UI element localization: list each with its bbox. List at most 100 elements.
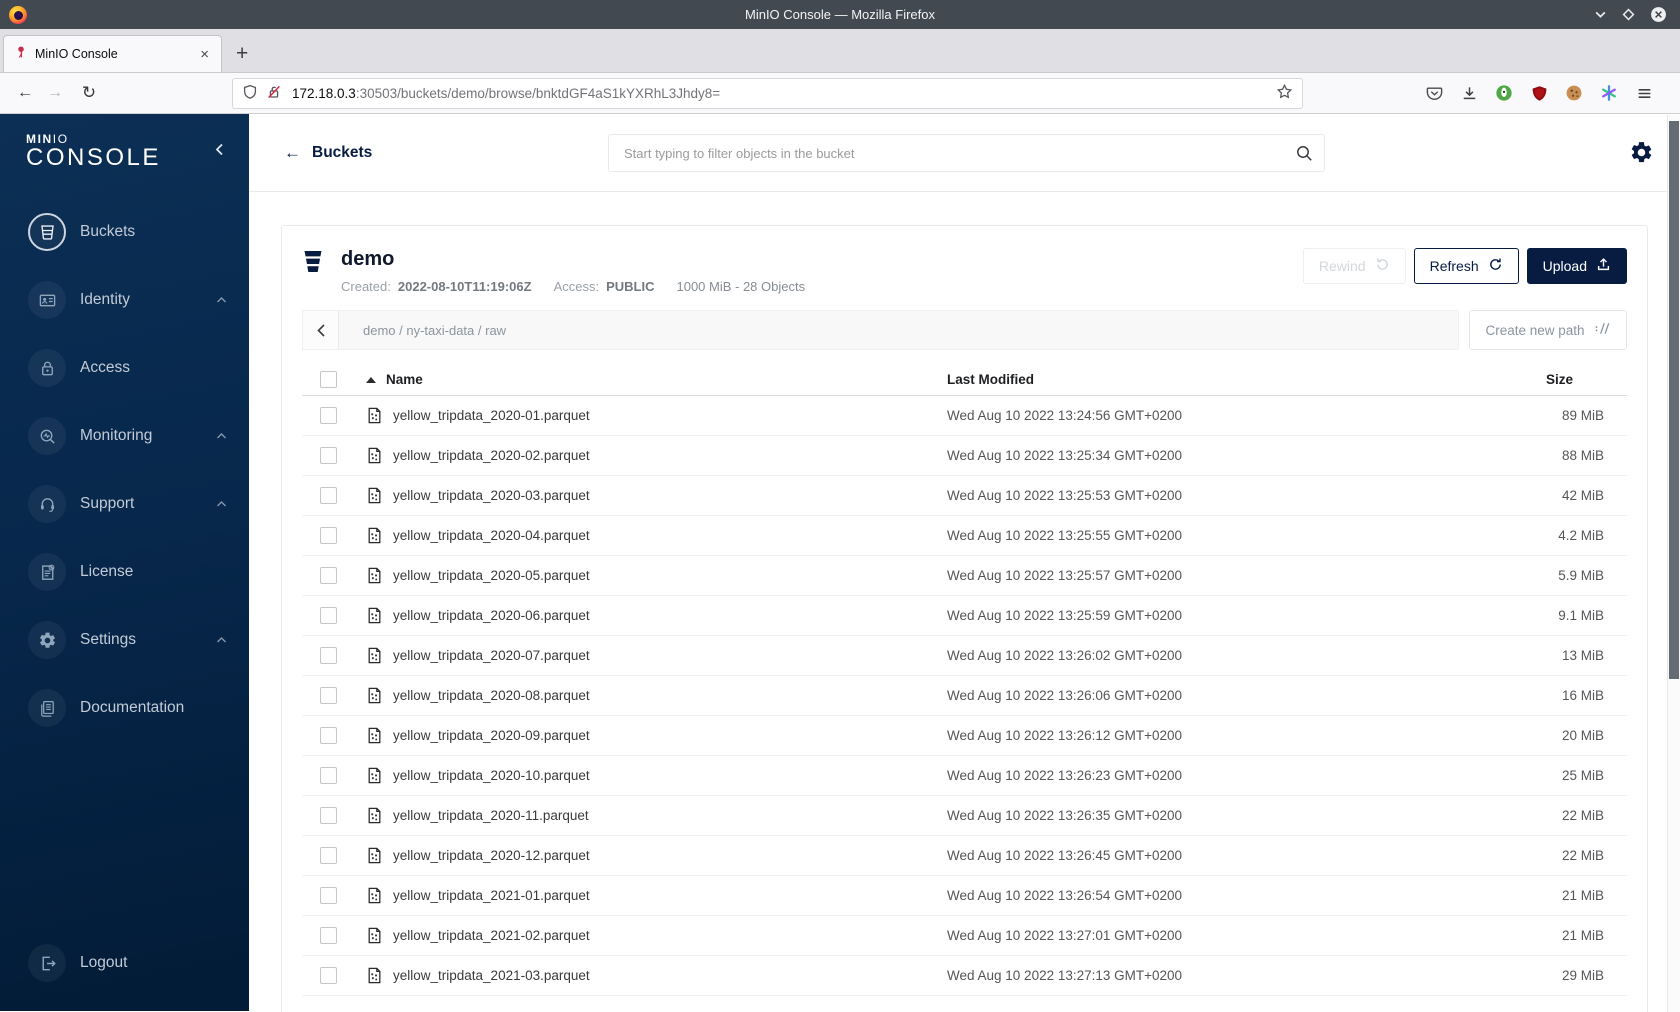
column-header-last-modified[interactable]: Last Modified [947,372,1507,387]
object-name: yellow_tripdata_2021-01.parquet [393,888,590,903]
tab-close-icon[interactable]: × [195,44,214,65]
row-checkbox[interactable] [320,887,337,904]
table-row[interactable]: yellow_tripdata_2020-07.parquet Wed Aug 1… [302,636,1627,676]
url-path: :30503/buckets/demo/browse/bnktdGF4aS1kY… [355,85,721,101]
sidebar-item-logout[interactable]: Logout [0,929,249,997]
logout-icon [28,944,66,982]
table-row[interactable]: yellow_tripdata_2020-08.parquet Wed Aug 1… [302,676,1627,716]
object-size: 22 MiB [1561,848,1604,863]
search-icon [1295,144,1313,162]
table-row[interactable]: yellow_tripdata_2020-05.parquet Wed Aug 1… [302,556,1627,596]
row-checkbox[interactable] [320,687,337,704]
row-checkbox[interactable] [320,607,337,624]
row-checkbox[interactable] [320,487,337,504]
create-new-path-button[interactable]: Create new path [1469,310,1627,350]
back-to-buckets-link[interactable]: ← Buckets [284,143,372,163]
row-checkbox[interactable] [320,927,337,944]
sidebar-item-identity[interactable]: Identity [0,266,249,334]
sidebar-item-license[interactable]: License [0,538,249,606]
license-icon [28,553,66,591]
window-minimize-icon[interactable] [1594,8,1607,21]
table-row[interactable]: yellow_tripdata_2021-03.parquet Wed Aug 1… [302,956,1627,996]
object-last-modified: Wed Aug 10 2022 13:25:57 GMT+0200 [947,568,1183,583]
page-scrollbar[interactable] [1667,115,1680,1012]
object-size: 29 MiB [1561,968,1604,983]
sidebar-item-monitoring[interactable]: Monitoring [0,402,249,470]
row-checkbox[interactable] [320,767,337,784]
rewind-button[interactable]: Rewind [1302,248,1406,284]
tracking-shield-icon[interactable] [242,84,258,103]
settings-icon [28,621,66,659]
sidebar-item-access[interactable]: Access [0,334,249,402]
select-all-checkbox[interactable] [320,371,337,388]
column-header-size[interactable]: Size [1507,372,1627,387]
row-checkbox[interactable] [320,527,337,544]
privacy-badger-icon[interactable] [1491,80,1517,106]
row-checkbox[interactable] [320,727,337,744]
chevron-up-icon[interactable] [216,296,227,304]
object-last-modified: Wed Aug 10 2022 13:26:45 GMT+0200 [947,848,1183,863]
refresh-button[interactable]: Refresh [1413,248,1519,284]
parquet-file-icon [366,567,383,584]
filter-objects-input[interactable] [608,134,1325,172]
object-size: 89 MiB [1561,408,1604,423]
sidebar-item-support[interactable]: Support [0,470,249,538]
window-maximize-icon[interactable] [1622,8,1635,21]
chevron-up-icon[interactable] [216,432,227,440]
browser-tab[interactable]: MinIO Console × [3,35,222,72]
parquet-file-icon [366,447,383,464]
sidebar-item-buckets[interactable]: Buckets [0,198,249,266]
bookmark-star-icon[interactable] [1276,83,1293,103]
new-tab-button[interactable]: + [236,43,248,64]
sidebar-item-documentation[interactable]: Documentation [0,674,249,742]
insecure-lock-icon[interactable] [266,84,282,103]
parquet-file-icon [366,807,383,824]
pocket-icon[interactable] [1421,80,1447,106]
ublock-icon[interactable] [1526,80,1552,106]
container-icon[interactable] [1596,80,1622,106]
object-size: 25 MiB [1561,768,1604,783]
forward-button[interactable]: → [40,84,70,102]
table-row[interactable]: yellow_tripdata_2020-06.parquet Wed Aug 1… [302,596,1627,636]
row-checkbox[interactable] [320,807,337,824]
object-size: 5.9 MiB [1558,568,1604,583]
table-row[interactable]: yellow_tripdata_2020-11.parquet Wed Aug 1… [302,796,1627,836]
row-checkbox[interactable] [320,847,337,864]
column-header-name[interactable]: Name [358,372,947,387]
back-button[interactable]: ← [10,84,40,102]
menu-icon[interactable] [1631,80,1657,106]
table-row[interactable]: yellow_tripdata_2020-02.parquet Wed Aug 1… [302,436,1627,476]
table-row[interactable]: yellow_tripdata_2020-04.parquet Wed Aug 1… [302,516,1627,556]
table-row[interactable]: yellow_tripdata_2021-02.parquet Wed Aug 1… [302,916,1627,956]
reload-button[interactable]: ↻ [74,83,104,103]
row-checkbox[interactable] [320,647,337,664]
chevron-up-icon[interactable] [216,500,227,508]
row-checkbox[interactable] [320,407,337,424]
sidebar-item-label: Documentation [80,699,185,716]
breadcrumb[interactable]: demo / ny-taxi-data / raw [363,323,506,338]
cookie-icon[interactable] [1561,80,1587,106]
row-checkbox[interactable] [320,567,337,584]
table-row[interactable]: yellow_tripdata_2020-01.parquet Wed Aug 1… [302,396,1627,436]
row-checkbox[interactable] [320,967,337,984]
scrollbar-thumb[interactable] [1669,121,1679,679]
table-row[interactable]: yellow_tripdata_2020-09.parquet Wed Aug 1… [302,716,1627,756]
sidebar-collapse-icon[interactable] [214,142,225,162]
window-close-icon[interactable] [1650,6,1667,23]
object-name: yellow_tripdata_2020-03.parquet [393,488,590,503]
download-icon[interactable] [1456,80,1482,106]
sidebar-item-settings[interactable]: Settings [0,606,249,674]
object-table-body: yellow_tripdata_2020-01.parquet Wed Aug 1… [302,396,1627,996]
table-row[interactable]: yellow_tripdata_2020-03.parquet Wed Aug 1… [302,476,1627,516]
table-row[interactable]: yellow_tripdata_2020-10.parquet Wed Aug 1… [302,756,1627,796]
path-back-button[interactable] [303,311,339,349]
url-bar[interactable]: 172.18.0.3:30503/buckets/demo/browse/bnk… [232,77,1303,109]
row-checkbox[interactable] [320,447,337,464]
chevron-up-icon[interactable] [216,636,227,644]
upload-button[interactable]: Upload [1526,248,1627,284]
object-name: yellow_tripdata_2020-08.parquet [393,688,590,703]
settings-gear-icon[interactable] [1629,140,1654,165]
table-row[interactable]: yellow_tripdata_2020-12.parquet Wed Aug 1… [302,836,1627,876]
table-row[interactable]: yellow_tripdata_2021-01.parquet Wed Aug 1… [302,876,1627,916]
url-text[interactable]: 172.18.0.3:30503/buckets/demo/browse/bnk… [292,86,720,101]
